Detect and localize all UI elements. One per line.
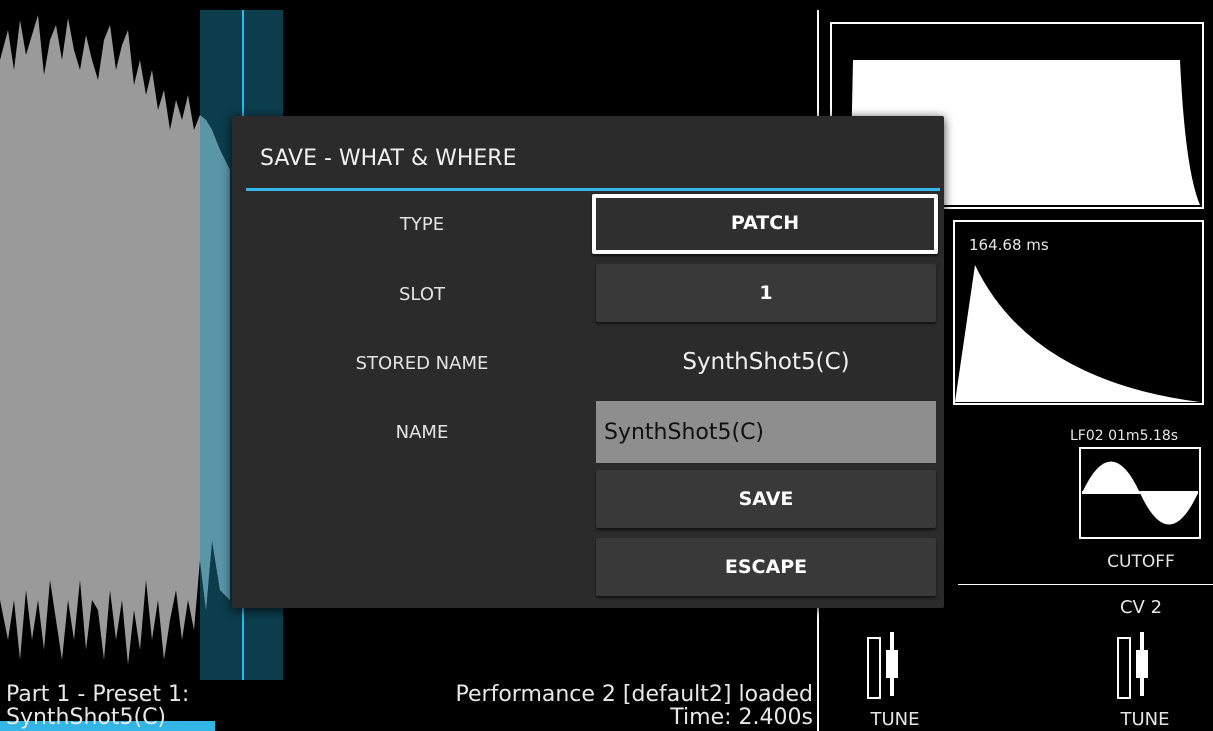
slot-button[interactable]: 1	[596, 264, 936, 322]
dialog-title-divider	[246, 188, 940, 191]
lfo-target-label[interactable]: CUTOFF	[1085, 552, 1197, 572]
cv-label: CV 2	[1119, 597, 1163, 618]
save-dialog: SAVE - WHAT & WHERE TYPE PATCH SLOT 1 ST…	[232, 116, 944, 608]
name-label: NAME	[395, 422, 449, 443]
stored-name-value: SynthShot5(C)	[682, 349, 850, 375]
name-input[interactable]	[596, 401, 936, 463]
performance-status: Performance 2 [default2] loaded	[455, 682, 813, 707]
panel-separator	[958, 584, 1213, 585]
tune-label-right[interactable]: TUNE	[1105, 709, 1185, 730]
slot-label: SLOT	[399, 284, 445, 305]
lfo-axis	[1082, 491, 1198, 494]
waveform-in-selection	[200, 115, 230, 610]
dialog-title: SAVE - WHAT & WHERE	[260, 146, 517, 171]
part-preset-line1: Part 1 - Preset 1:	[6, 682, 190, 707]
save-button[interactable]: SAVE	[596, 470, 936, 528]
escape-button[interactable]: ESCAPE	[596, 538, 936, 596]
waveform	[0, 15, 230, 665]
time-status: Time: 2.400s	[670, 705, 813, 730]
cable-jack-icon[interactable]	[867, 632, 898, 699]
part-preset-line2: SynthShot5(C)	[6, 705, 167, 730]
type-label: TYPE	[399, 214, 445, 235]
type-button[interactable]: PATCH	[592, 194, 938, 254]
envelope-shape-2	[955, 265, 1200, 402]
stored-name-label: STORED NAME	[355, 353, 489, 374]
cable-jack-icon[interactable]	[1117, 632, 1148, 699]
tune-label-left[interactable]: TUNE	[855, 709, 935, 730]
lfo-label: LF02 01m5.18s	[1070, 428, 1179, 444]
envelope-time-label: 164.68 ms	[969, 236, 1049, 254]
